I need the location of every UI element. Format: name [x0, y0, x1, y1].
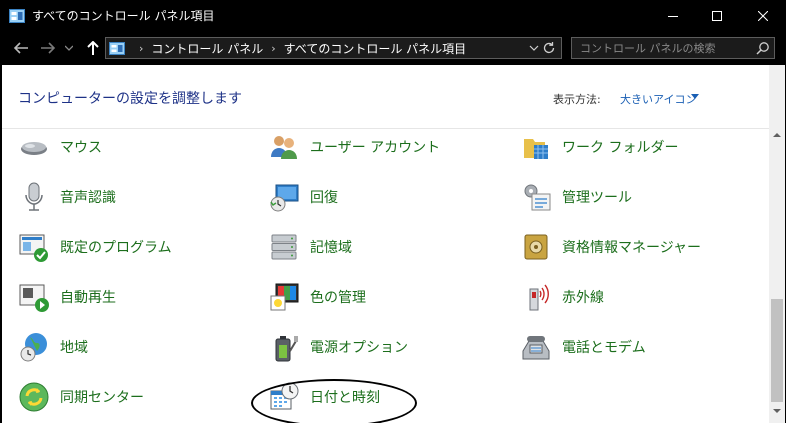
sync-center-icon — [18, 381, 50, 413]
item-label: 電話とモデム — [562, 340, 646, 356]
item-sync-center[interactable]: 同期センター — [18, 377, 144, 417]
scroll-down-button[interactable] — [769, 403, 785, 419]
item-phone-and-modem[interactable]: 電話とモデム — [520, 327, 646, 367]
control-panel-items: マウス ユーザー アカウント ワーク フォルダー 音声認識 回復 管理ツール 既… — [2, 129, 769, 423]
default-programs-icon — [18, 231, 50, 263]
chevron-down-icon — [773, 408, 781, 413]
minimize-icon — [668, 15, 678, 17]
microphone-icon — [18, 181, 50, 213]
minimize-button[interactable] — [650, 0, 696, 31]
item-work-folders[interactable]: ワーク フォルダー — [520, 129, 678, 167]
user-accounts-icon — [268, 131, 300, 163]
item-label: 地域 — [60, 340, 88, 356]
item-label: 記憶域 — [310, 240, 352, 256]
mouse-icon — [18, 131, 50, 163]
arrow-up-icon — [87, 41, 99, 55]
breadcrumb-all-items[interactable]: すべてのコントロール パネル項目 — [284, 40, 467, 57]
scroll-up-button[interactable] — [769, 126, 785, 142]
admin-tools-icon — [520, 181, 552, 213]
item-region[interactable]: 地域 — [18, 327, 88, 367]
autoplay-icon — [18, 281, 50, 313]
region-globe-icon — [18, 331, 50, 363]
item-label: 管理ツール — [562, 190, 632, 206]
item-recovery[interactable]: 回復 — [268, 177, 338, 217]
maximize-button[interactable] — [694, 0, 740, 31]
back-button[interactable] — [10, 38, 32, 58]
item-default-programs[interactable]: 既定のプログラム — [18, 227, 172, 267]
navigation-bar: › コントロール パネル › すべてのコントロール パネル項目 コントロール パ… — [0, 31, 786, 65]
item-administrative-tools[interactable]: 管理ツール — [520, 177, 632, 217]
refresh-icon[interactable] — [541, 40, 557, 56]
item-label: マウス — [60, 140, 102, 156]
item-label: 同期センター — [60, 390, 144, 406]
maximize-icon — [712, 10, 722, 21]
item-autoplay[interactable]: 自動再生 — [18, 277, 116, 317]
credential-manager-icon — [520, 231, 552, 263]
address-bar[interactable]: › コントロール パネル › すべてのコントロール パネル項目 — [105, 37, 562, 59]
item-label: 既定のプログラム — [60, 240, 172, 256]
view-by-dropdown[interactable]: 大きいアイコン — [620, 91, 696, 107]
infrared-icon — [520, 281, 552, 313]
item-label: 回復 — [310, 190, 338, 206]
breadcrumb-control-panel[interactable]: コントロール パネル — [151, 40, 263, 57]
page-title: コンピューターの設定を調整します — [18, 91, 242, 107]
item-label: 自動再生 — [60, 290, 116, 306]
item-label: 色の管理 — [310, 290, 366, 306]
item-label: ワーク フォルダー — [562, 140, 679, 156]
item-credential-manager[interactable]: 資格情報マネージャー — [520, 227, 701, 267]
work-folders-icon — [520, 131, 552, 163]
recovery-icon — [268, 181, 300, 213]
search-placeholder: コントロール パネルの検索 — [580, 42, 716, 55]
caret-down-icon[interactable] — [691, 94, 699, 100]
power-options-icon — [268, 331, 300, 363]
content-pane: コンピューターの設定を調整します 表示方法: 大きいアイコン マウス ユーザー … — [2, 65, 785, 423]
chevron-down-icon — [65, 45, 73, 51]
search-input[interactable]: コントロール パネルの検索 — [571, 37, 775, 59]
date-time-icon — [268, 381, 300, 413]
arrow-left-icon — [13, 42, 28, 54]
arrow-right-icon — [41, 42, 56, 54]
chevron-down-icon[interactable] — [529, 42, 539, 54]
close-button[interactable] — [740, 0, 786, 31]
window-title: すべてのコントロール パネル項目 — [32, 9, 215, 23]
item-date-and-time[interactable]: 日付と時刻 — [268, 377, 380, 417]
storage-spaces-icon — [268, 231, 300, 263]
search-icon[interactable] — [756, 41, 770, 55]
item-label: 日付と時刻 — [310, 390, 380, 406]
recent-locations-button[interactable] — [62, 38, 76, 58]
item-color-management[interactable]: 色の管理 — [268, 277, 366, 317]
item-label: 音声認識 — [60, 190, 116, 206]
close-icon — [758, 10, 768, 21]
phone-modem-icon — [520, 331, 552, 363]
item-infrared[interactable]: 赤外線 — [520, 277, 604, 317]
item-storage-spaces[interactable]: 記憶域 — [268, 227, 352, 267]
forward-button[interactable] — [37, 38, 59, 58]
title-bar: すべてのコントロール パネル項目 — [0, 0, 786, 31]
item-label: ユーザー アカウント — [310, 140, 441, 156]
item-label: 赤外線 — [562, 290, 604, 306]
item-label: 資格情報マネージャー — [562, 240, 702, 256]
item-user-accounts[interactable]: ユーザー アカウント — [268, 129, 440, 167]
item-power-options[interactable]: 電源オプション — [268, 327, 408, 367]
control-panel-icon — [109, 41, 125, 55]
vertical-scrollbar[interactable] — [769, 65, 785, 423]
chevron-up-icon — [773, 132, 781, 137]
up-button[interactable] — [82, 38, 104, 58]
color-management-icon — [268, 281, 300, 313]
item-speech-recognition[interactable]: 音声認識 — [18, 177, 116, 217]
breadcrumb-separator: › — [139, 41, 144, 55]
item-mouse[interactable]: マウス — [18, 129, 102, 167]
scroll-thumb[interactable] — [771, 299, 783, 402]
control-panel-icon — [9, 8, 25, 23]
breadcrumb-separator: › — [271, 41, 276, 55]
item-label: 電源オプション — [310, 340, 408, 356]
view-by-label: 表示方法: — [553, 93, 601, 106]
